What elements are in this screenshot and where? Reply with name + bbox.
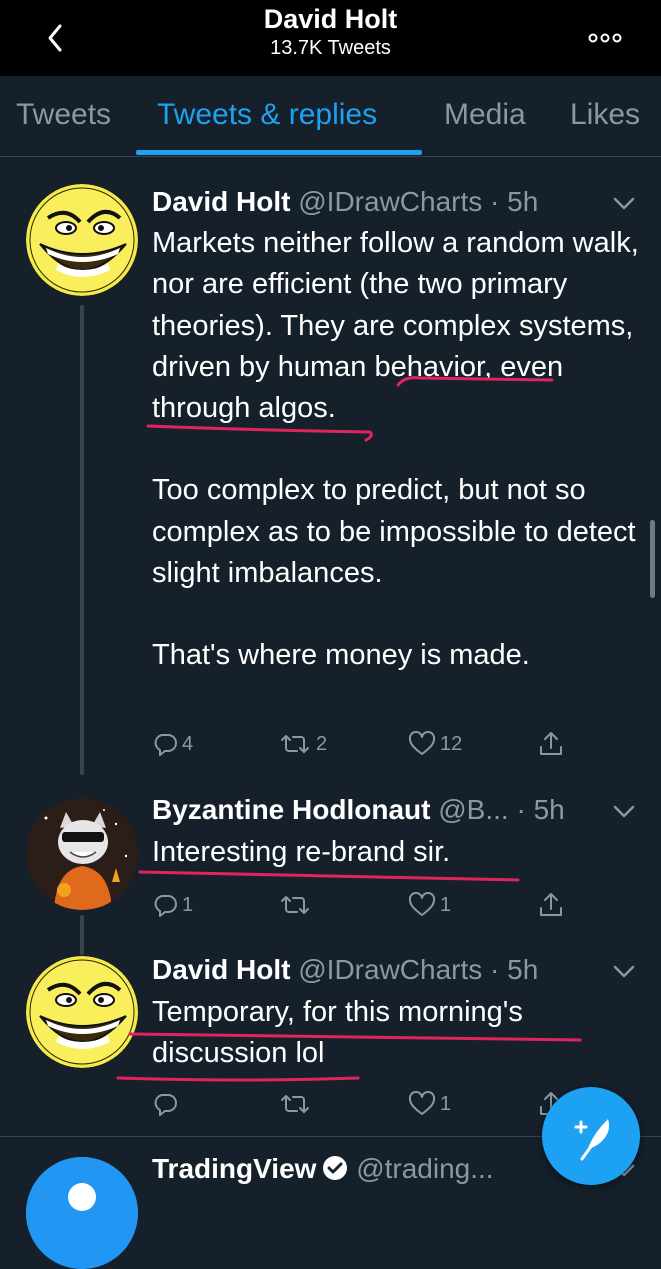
caret-down-icon[interactable] xyxy=(612,804,636,820)
tweet-count: 13.7K Tweets xyxy=(270,37,391,59)
separator-dot: · xyxy=(490,186,500,217)
tab-likes[interactable]: Likes xyxy=(570,98,640,132)
verified-icon xyxy=(323,1156,348,1180)
reply-button[interactable]: 1 xyxy=(152,885,193,925)
tab-tweets[interactable]: Tweets xyxy=(16,98,111,132)
avatar[interactable] xyxy=(26,956,138,1068)
profile-header: David Holt 13.7K Tweets xyxy=(0,0,661,76)
tweet-paragraph: Markets neither follow a random walk, no… xyxy=(152,227,639,425)
tweet-actions: 4 2 12 xyxy=(0,724,661,764)
reply-count: 1 xyxy=(182,893,194,916)
like-button[interactable]: 1 xyxy=(408,1084,451,1124)
thread-line xyxy=(80,305,84,775)
more-button[interactable] xyxy=(585,28,625,48)
timestamp[interactable]: 5h xyxy=(507,186,538,217)
author-handle[interactable]: @trading... xyxy=(356,1153,493,1184)
timestamp[interactable]: 5h xyxy=(534,794,565,825)
compose-tweet-button[interactable] xyxy=(542,1087,640,1185)
author-handle[interactable]: @IDrawCharts xyxy=(298,186,482,217)
trollface-avatar-image xyxy=(26,184,138,296)
retweet-icon xyxy=(281,1095,309,1113)
active-tab-indicator xyxy=(136,150,422,155)
like-icon xyxy=(408,1091,436,1115)
like-icon xyxy=(408,892,436,916)
reply-icon xyxy=(154,895,177,917)
tweet-paragraph: That's where money is made. xyxy=(152,639,530,672)
retweet-count: 2 xyxy=(316,732,328,755)
author-handle[interactable]: @IDrawCharts xyxy=(298,954,482,985)
author-name[interactable]: TradingView xyxy=(152,1153,316,1184)
retweet-button[interactable]: 2 xyxy=(278,724,327,764)
profile-tabs: Tweets Tweets & replies Media Likes xyxy=(0,76,661,157)
author-name[interactable]: David Holt xyxy=(152,186,290,217)
share-button[interactable] xyxy=(538,724,564,764)
like-button[interactable]: 12 xyxy=(408,724,462,764)
tweet-header: Byzantine Hodlonaut @B... · 5h xyxy=(152,794,565,826)
share-icon xyxy=(540,893,562,916)
separator-dot: · xyxy=(490,954,500,985)
like-count: 1 xyxy=(440,893,452,916)
caret-down-icon[interactable] xyxy=(612,964,636,980)
like-button[interactable]: 1 xyxy=(408,885,451,925)
reply-icon xyxy=(154,734,177,756)
tweet-text: Interesting re-brand sir. xyxy=(152,832,642,873)
author-name[interactable]: Byzantine Hodlonaut xyxy=(152,794,430,825)
tweet-actions: 1 1 xyxy=(0,885,661,925)
tweet-paragraph: Interesting re-brand sir. xyxy=(152,836,451,868)
tweet-header: TradingView @trading... xyxy=(152,1153,494,1185)
tweet[interactable]: Byzantine Hodlonaut @B... · 5h Interesti… xyxy=(0,788,661,938)
separator-dot: · xyxy=(516,794,526,825)
reply-count: 4 xyxy=(182,732,194,755)
tweet-paragraph: Temporary, for this morning's discussion… xyxy=(152,996,523,1070)
tweet-header: David Holt @IDrawCharts · 5h xyxy=(152,954,538,986)
caret-down-icon[interactable] xyxy=(612,196,636,212)
avatar[interactable] xyxy=(26,184,138,296)
tweet-header: David Holt @IDrawCharts · 5h xyxy=(152,186,538,218)
more-icon xyxy=(588,33,622,43)
tweet[interactable]: David Holt @IDrawCharts · 5h Markets nei… xyxy=(0,170,661,788)
like-count: 1 xyxy=(440,1092,452,1115)
tweet-text: Markets neither follow a random walk, no… xyxy=(152,223,642,677)
share-button[interactable] xyxy=(538,885,564,925)
retweet-button[interactable] xyxy=(278,1084,316,1124)
author-handle[interactable]: @B... xyxy=(438,794,508,825)
profile-name-title: David Holt xyxy=(263,4,398,34)
tweet-text: Temporary, for this morning's discussion… xyxy=(152,992,592,1075)
scrollbar[interactable] xyxy=(650,520,655,598)
compose-icon xyxy=(574,1119,610,1161)
reply-icon xyxy=(154,1094,177,1116)
retweet-button[interactable] xyxy=(278,885,316,925)
timestamp[interactable]: 5h xyxy=(507,954,538,985)
tab-tweets-replies[interactable]: Tweets & replies xyxy=(157,98,377,132)
tab-media[interactable]: Media xyxy=(444,98,526,132)
reply-button[interactable] xyxy=(152,1084,182,1124)
share-icon xyxy=(540,732,562,755)
tweet-paragraph: Too complex to predict, but not so compl… xyxy=(152,474,636,590)
avatar[interactable] xyxy=(26,1157,138,1269)
tradingview-avatar-image xyxy=(26,1157,138,1269)
reply-button[interactable]: 4 xyxy=(152,724,193,764)
retweet-icon xyxy=(281,896,309,914)
trollface-avatar-image xyxy=(26,956,138,1068)
like-icon xyxy=(408,731,436,755)
retweet-icon xyxy=(281,735,309,753)
author-name[interactable]: David Holt xyxy=(152,954,290,985)
like-count: 12 xyxy=(440,732,463,755)
